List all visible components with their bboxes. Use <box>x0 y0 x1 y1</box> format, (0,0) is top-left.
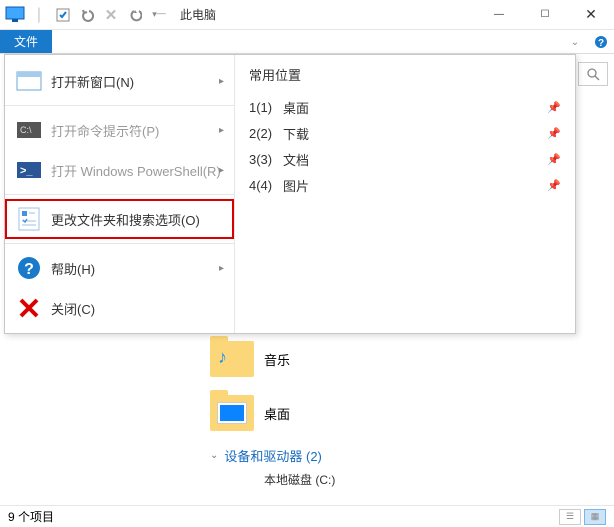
group-devices[interactable]: ⌄ 设备和驱动器 (2) <box>210 446 614 465</box>
file-menu: 打开新窗口(N) ▸ C:\ 打开命令提示符(P) ▸ >_ 打开 Window… <box>4 54 576 334</box>
folder-music[interactable]: ♪ 音乐 <box>210 334 614 384</box>
undo-icon[interactable] <box>76 4 98 26</box>
properties-icon[interactable] <box>52 4 74 26</box>
help-circle-icon: ? <box>15 254 43 282</box>
tab-file[interactable]: 文件 <box>0 30 52 53</box>
status-item-count: 9 个项目 <box>8 508 54 525</box>
frequent-item[interactable]: 3(3) 文档 📌 <box>249 146 561 172</box>
menu-help[interactable]: ? 帮助(H) ▸ <box>5 248 234 288</box>
freq-num: 3(3) <box>249 152 283 167</box>
search-input[interactable] <box>578 62 608 86</box>
chevron-down-icon: ⌄ <box>210 450 218 461</box>
freq-label: 文档 <box>283 150 309 169</box>
chevron-right-icon: ▸ <box>219 263 224 274</box>
frequent-item[interactable]: 1(1) 桌面 📌 <box>249 94 561 120</box>
view-details-button[interactable]: ☰ <box>559 509 581 525</box>
group-label: 设备和驱动器 (2) <box>224 446 322 465</box>
history-icon[interactable] <box>124 4 146 26</box>
menu-label: 关闭(C) <box>51 299 95 318</box>
freq-num: 2(2) <box>249 126 283 141</box>
freq-label: 下载 <box>283 124 309 143</box>
menu-label: 更改文件夹和搜索选项(O) <box>51 210 200 229</box>
freq-num: 4(4) <box>249 178 283 193</box>
monitor-icon <box>4 4 26 26</box>
pin-icon[interactable]: 📌 <box>547 179 561 192</box>
titlebar: | ✕ ▾— 此电脑 — ☐ ✕ <box>0 0 614 30</box>
menu-open-cmd[interactable]: C:\ 打开命令提示符(P) ▸ <box>5 110 234 150</box>
chevron-right-icon: ▸ <box>219 76 224 87</box>
svg-text:C:\: C:\ <box>20 125 32 135</box>
desktop-icon <box>218 403 246 423</box>
pin-icon[interactable]: 📌 <box>547 101 561 114</box>
file-menu-left: 打开新窗口(N) ▸ C:\ 打开命令提示符(P) ▸ >_ 打开 Window… <box>5 55 235 333</box>
close-button[interactable]: ✕ <box>568 0 614 30</box>
folder-desktop[interactable]: 桌面 <box>210 388 614 438</box>
ribbon-tabs: 文件 ⌄ ? <box>0 30 614 54</box>
menu-label: 打开新窗口(N) <box>51 72 134 91</box>
menu-open-new-window[interactable]: 打开新窗口(N) ▸ <box>5 61 234 101</box>
menu-label: 帮助(H) <box>51 259 95 278</box>
statusbar: 9 个项目 ☰ ▦ <box>0 505 614 527</box>
powershell-icon: >_ <box>15 156 43 184</box>
menu-folder-options[interactable]: 更改文件夹和搜索选项(O) <box>5 199 234 239</box>
window-title: 此电脑 <box>180 6 216 23</box>
main-content: ♪ 音乐 桌面 ⌄ 设备和驱动器 (2) 本地磁盘 (C:) <box>0 334 614 505</box>
pin-icon[interactable]: 📌 <box>547 153 561 166</box>
new-window-icon <box>15 67 43 95</box>
menu-separator <box>5 105 234 106</box>
freq-label: 桌面 <box>283 98 309 117</box>
address-search-area <box>578 62 608 86</box>
minimize-button[interactable]: — <box>476 0 522 30</box>
view-large-icons-button[interactable]: ▦ <box>584 509 606 525</box>
svg-text:>_: >_ <box>20 165 33 177</box>
folder-icon <box>210 395 254 431</box>
qat-dropdown-icon[interactable]: ▾— <box>148 4 170 26</box>
svg-text:?: ? <box>24 261 34 278</box>
drive-c[interactable]: 本地磁盘 (C:) <box>264 471 614 488</box>
menu-separator <box>5 243 234 244</box>
redo-icon[interactable]: ✕ <box>100 4 122 26</box>
menu-open-powershell[interactable]: >_ 打开 Windows PowerShell(R) ▸ <box>5 150 234 190</box>
file-menu-right: 常用位置 1(1) 桌面 📌 2(2) 下载 📌 3(3) 文档 📌 4(4) … <box>235 55 575 333</box>
frequent-item[interactable]: 4(4) 图片 📌 <box>249 172 561 198</box>
maximize-button[interactable]: ☐ <box>522 0 568 30</box>
freq-num: 1(1) <box>249 100 283 115</box>
options-icon <box>15 205 43 233</box>
frequent-places-title: 常用位置 <box>249 65 561 84</box>
help-icon[interactable]: ? <box>588 30 614 54</box>
svg-text:?: ? <box>598 38 604 49</box>
chevron-right-icon: ▸ <box>219 125 224 136</box>
menu-close[interactable]: 关闭(C) <box>5 288 234 328</box>
expand-ribbon-icon[interactable]: ⌄ <box>562 30 588 54</box>
freq-label: 图片 <box>283 176 309 195</box>
folder-icon: ♪ <box>210 341 254 377</box>
music-note-icon: ♪ <box>218 347 227 368</box>
cmd-icon: C:\ <box>15 116 43 144</box>
menu-label: 打开 Windows PowerShell(R) <box>51 161 221 180</box>
close-x-icon <box>15 294 43 322</box>
chevron-right-icon: ▸ <box>219 165 224 176</box>
divider: | <box>28 4 50 26</box>
menu-label: 打开命令提示符(P) <box>51 121 159 140</box>
folder-label: 桌面 <box>264 404 290 423</box>
folder-label: 音乐 <box>264 350 290 369</box>
frequent-item[interactable]: 2(2) 下载 📌 <box>249 120 561 146</box>
pin-icon[interactable]: 📌 <box>547 127 561 140</box>
menu-separator <box>5 194 234 195</box>
